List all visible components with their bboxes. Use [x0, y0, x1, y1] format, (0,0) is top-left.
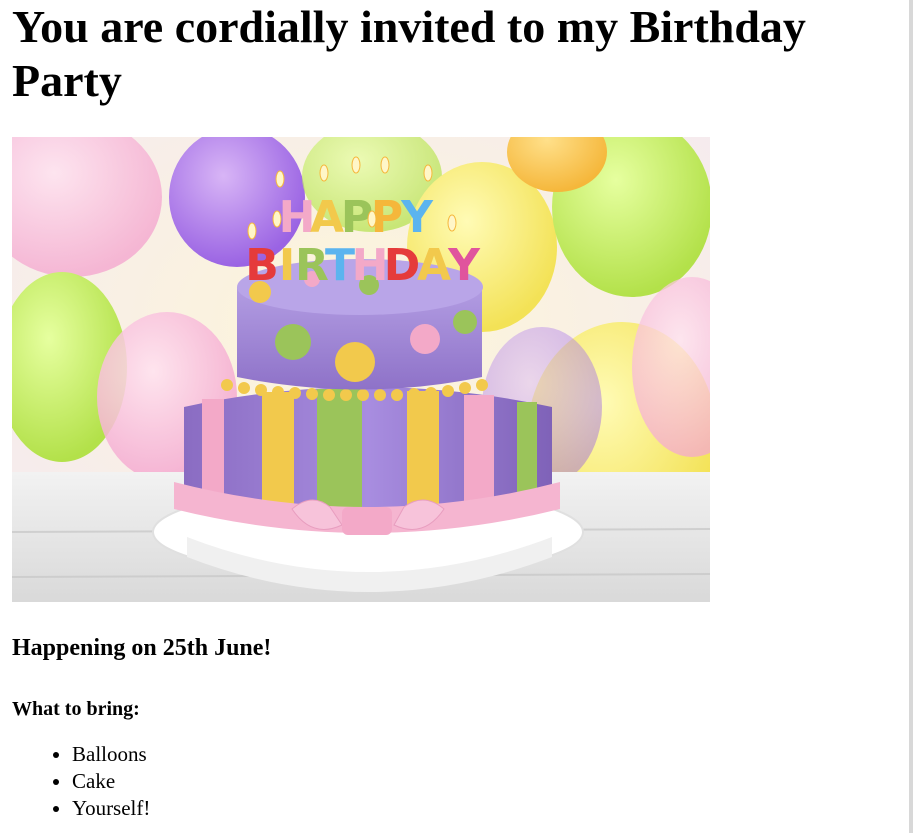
birthday-cake-image: H A P P Y B I R T H D A Y [12, 137, 710, 602]
svg-text:Y: Y [447, 240, 481, 291]
bring-list: Balloons Cake Yourself! [12, 741, 902, 822]
svg-text:B: B [245, 240, 279, 291]
svg-text:Y: Y [400, 192, 434, 243]
svg-text:A: A [310, 192, 344, 243]
page-title: You are cordially invited to my Birthday… [12, 1, 806, 106]
svg-text:T: T [325, 240, 355, 291]
list-item: Yourself! [72, 795, 902, 822]
list-item: Cake [72, 768, 902, 795]
svg-text:I: I [279, 240, 295, 291]
scrollbar[interactable] [909, 0, 913, 833]
svg-text:A: A [417, 240, 451, 291]
bring-heading: What to bring: [12, 698, 140, 720]
event-date: Happening on 25th June! [12, 635, 272, 661]
page-content: You are cordially invited to my Birthday… [12, 0, 902, 822]
list-item: Balloons [72, 741, 902, 768]
svg-text:D: D [384, 240, 421, 291]
svg-text:R: R [295, 240, 329, 291]
